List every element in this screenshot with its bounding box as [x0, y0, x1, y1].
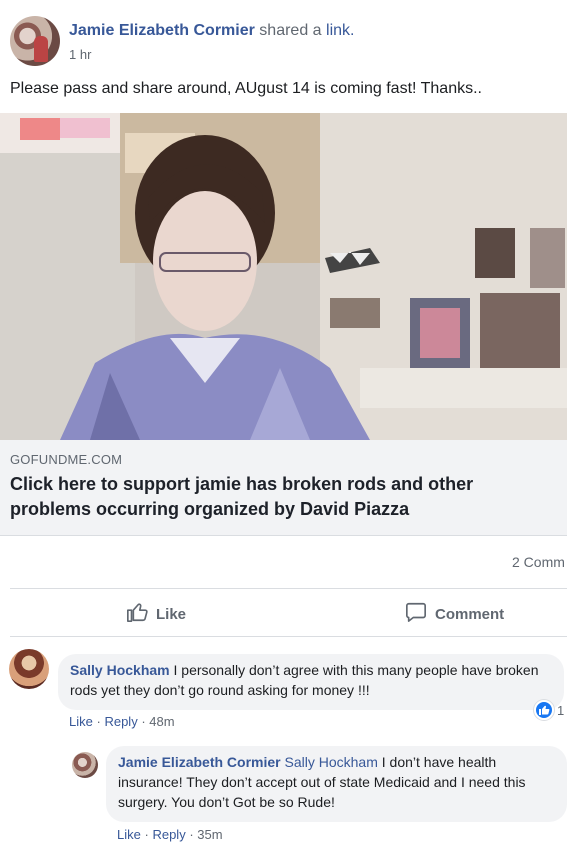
link-domain: GOFUNDME.COM [10, 452, 123, 467]
reaction-count: 1 [557, 702, 565, 718]
link-title[interactable]: Click here to support jamie has broken r… [10, 472, 555, 522]
comment-author[interactable]: Sally Hockham [70, 662, 170, 678]
post-author-line: Jamie Elizabeth Cormier shared a link. [69, 22, 354, 40]
comment-label: Comment [435, 605, 505, 623]
reply-mention[interactable]: Sally Hockham [285, 754, 378, 770]
post-author-name[interactable]: Jamie Elizabeth Cormier [69, 22, 255, 39]
reply-actions: Like · Reply · 35m [117, 827, 223, 842]
post-timestamp[interactable]: 1 hr [69, 47, 91, 62]
divider [10, 588, 567, 589]
shared-text: shared a [259, 22, 322, 39]
post-header: Jamie Elizabeth Cormier shared a link. 1… [8, 14, 563, 70]
separator: · [144, 827, 149, 842]
thumbs-up-icon [126, 601, 148, 627]
shared-link[interactable]: link. [326, 22, 354, 39]
comment-count[interactable]: 2 Comm [512, 554, 565, 570]
like-label: Like [156, 605, 187, 623]
reply-author[interactable]: Jamie Elizabeth Cormier [118, 754, 281, 770]
separator: · [141, 714, 146, 729]
reply-bubble: Jamie Elizabeth Cormier Sally Hockham I … [106, 746, 567, 822]
comment-time[interactable]: 48m [149, 714, 174, 729]
separator: · [189, 827, 194, 842]
link-preview-meta[interactable]: GOFUNDME.COM Click here to support jamie… [0, 440, 567, 536]
like-button[interactable]: Like [126, 600, 186, 628]
divider [10, 636, 567, 637]
comment-like-link[interactable]: Like [69, 714, 93, 729]
commenter-avatar[interactable] [9, 649, 49, 689]
reply-like-link[interactable]: Like [117, 827, 141, 842]
link-preview-image[interactable] [0, 113, 567, 440]
comment-button[interactable]: Comment [405, 600, 504, 628]
comment-reaction[interactable]: 1 [534, 700, 564, 720]
reply-time[interactable]: 35m [197, 827, 222, 842]
comment-reply-link[interactable]: Reply [104, 714, 137, 729]
comment-actions: Like · Reply · 48m [69, 714, 175, 729]
reply-reply-link[interactable]: Reply [152, 827, 185, 842]
comment-bubble: Sally Hockham I personally don’t agree w… [58, 654, 564, 710]
reply-author-avatar[interactable] [72, 752, 98, 778]
comment-icon [405, 601, 427, 627]
post-text: Please pass and share around, AUgust 14 … [10, 80, 482, 97]
separator: · [96, 714, 101, 729]
like-reaction-icon [534, 700, 554, 720]
author-avatar[interactable] [10, 16, 60, 66]
